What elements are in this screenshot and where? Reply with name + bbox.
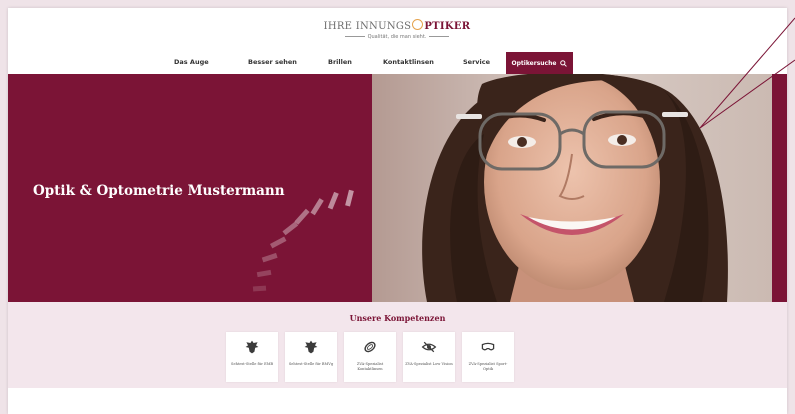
brand-logo[interactable]: IHRE INNUNGS PTIKER Qualität, die man sie…: [312, 19, 482, 40]
hero-section: Optik & Optometrie Mustermann: [8, 74, 787, 302]
logo-text-part1: IHRE INNUNGS: [323, 21, 412, 32]
eagle-icon: [304, 340, 318, 354]
eye-slash-icon: [421, 341, 437, 353]
optikersuche-label: Optikersuche: [511, 59, 557, 67]
hero-accent-stripe: [772, 74, 787, 302]
hero-image: [372, 74, 772, 302]
competence-card-bmvg[interactable]: Sehtest-Stelle für BMVg: [285, 332, 337, 382]
competence-card-low-vision[interactable]: ZVA-Spezialist Low Vision: [403, 332, 455, 382]
nav-item-service[interactable]: Service: [463, 58, 490, 66]
competence-card-label: Sehtest-Stelle für EMB: [230, 362, 274, 366]
contact-lens-icon: [364, 341, 376, 353]
nav-item-besser-sehen[interactable]: Besser sehen: [248, 58, 297, 66]
competence-card-label: ZVA-Spezialist Kontaktlinsen: [356, 362, 384, 371]
header: IHRE INNUNGS PTIKER Qualität, die man sie…: [8, 8, 787, 52]
competences-section: Unsere Kompetenzen Sehtest-Stelle für EM…: [8, 302, 787, 388]
nav-item-brillen[interactable]: Brillen: [328, 58, 352, 66]
hero-panel: Optik & Optometrie Mustermann: [8, 74, 372, 302]
competence-card-label: Sehtest-Stelle für BMVg: [288, 362, 334, 366]
main-navigation: Das Auge Besser sehen Brillen Kontaktlin…: [8, 52, 787, 75]
competence-card-emb[interactable]: Sehtest-Stelle für EMB: [226, 332, 278, 382]
competence-card-label: ZVA-Spezialist Sport-Optik: [468, 362, 508, 371]
page-bottom: [8, 388, 787, 414]
logo-ring-icon: [412, 19, 424, 30]
sport-goggles-icon: [481, 342, 495, 351]
search-icon: [560, 59, 568, 67]
competences-title: Unsere Kompetenzen: [349, 313, 446, 323]
nav-item-das-auge[interactable]: Das Auge: [174, 58, 209, 66]
divider: [429, 36, 450, 37]
competence-card-label: ZVA-Spezialist Low Vision: [405, 362, 453, 366]
competence-card-kontaktlinsen[interactable]: ZVA-Spezialist Kontaktlinsen: [344, 332, 396, 382]
logo-text-part2: PTIKER: [424, 21, 471, 32]
divider: [344, 36, 365, 37]
eagle-icon: [245, 340, 259, 354]
website-frame: IHRE INNUNGS PTIKER Qualität, die man sie…: [8, 8, 787, 414]
woman-portrait-illustration: [372, 74, 772, 302]
competence-card-sport-optik[interactable]: ZVA-Spezialist Sport-Optik: [462, 332, 514, 382]
optikersuche-button[interactable]: Optikersuche: [506, 52, 573, 74]
logo-tagline: Qualität, die man sieht.: [367, 34, 427, 40]
hero-title: Optik & Optometrie Mustermann: [33, 183, 285, 199]
nav-item-kontaktlinsen[interactable]: Kontaktlinsen: [383, 58, 434, 66]
